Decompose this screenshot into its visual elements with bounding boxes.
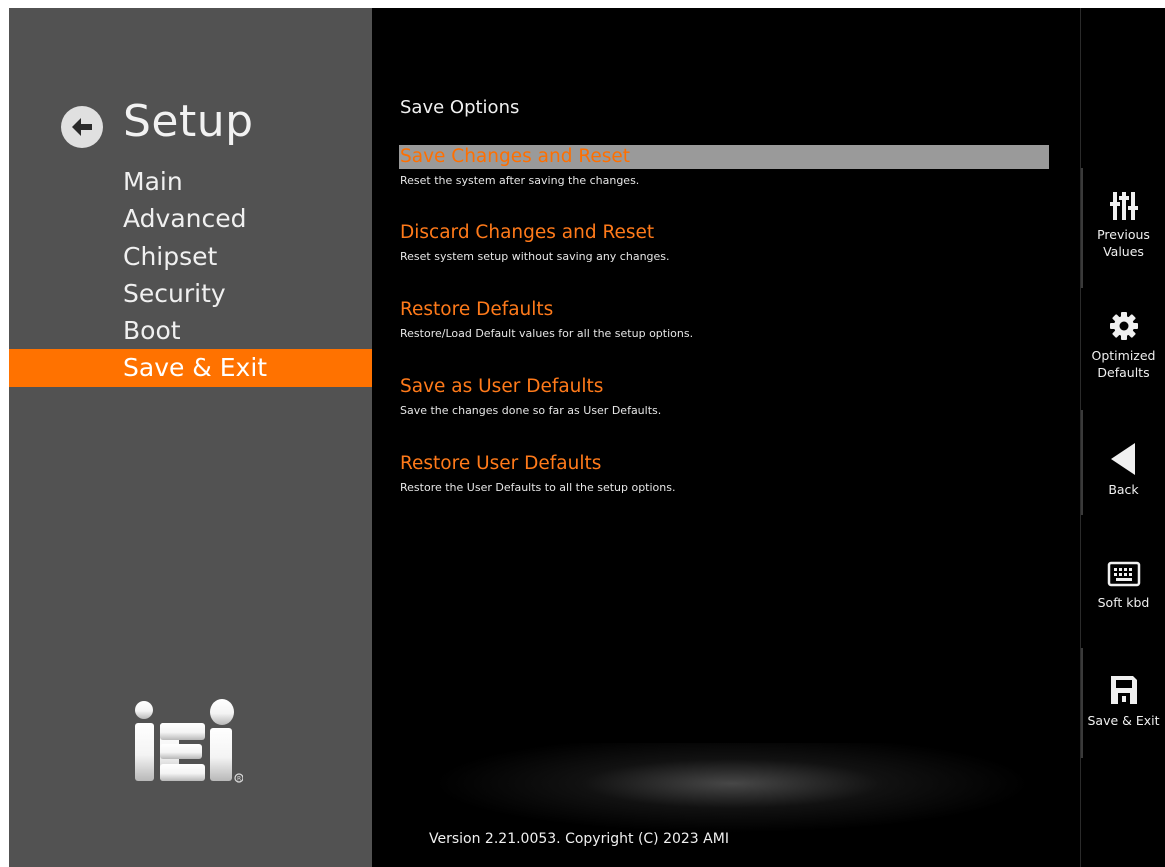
save-exit-label: Save & Exit [1087, 713, 1160, 728]
option-description: Reset system setup without saving any ch… [400, 250, 670, 263]
optimized-defaults-label-1: Optimized [1091, 348, 1156, 363]
optimized-defaults-label-2: Defaults [1097, 365, 1150, 380]
option-description: Save the changes done so far as User Def… [400, 404, 662, 417]
soft-kbd-label: Soft kbd [1097, 595, 1150, 610]
sidebar-item-chipset[interactable]: Chipset [9, 238, 372, 275]
option-label: Save as User Defaults [400, 376, 604, 397]
iei-logo: R [135, 699, 243, 783]
option-label: Save Changes and Reset [399, 145, 1049, 169]
save-exit-button[interactable]: Save & Exit [1081, 674, 1165, 729]
sidebar-menu: Main Advanced Chipset Security Boot Save… [9, 163, 372, 387]
svg-text:R: R [237, 776, 241, 783]
option-save-changes-and-reset[interactable]: Save Changes and Reset Reset the system … [399, 145, 1049, 187]
optimized-defaults-button[interactable]: Optimized Defaults [1081, 311, 1165, 381]
back-button[interactable]: Back [1081, 443, 1165, 498]
option-description: Restore/Load Default values for all the … [400, 327, 694, 340]
soft-kbd-button[interactable]: Soft kbd [1081, 560, 1165, 611]
gear-icon [1109, 312, 1138, 340]
option-restore-user-defaults[interactable]: Restore User Defaults Restore the User D… [399, 452, 1049, 494]
section-title: Save Options [400, 97, 520, 118]
sliders-icon [1109, 192, 1138, 220]
bios-window: Setup Main Advanced Chipset Security Boo… [9, 8, 1165, 867]
option-description: Reset the system after saving the change… [400, 174, 640, 187]
arrow-left-icon [72, 118, 92, 136]
sidebar-item-advanced[interactable]: Advanced [9, 200, 372, 237]
previous-values-button[interactable]: Previous Values [1081, 192, 1165, 260]
floppy-disk-icon [1110, 676, 1137, 704]
right-toolbar: Previous Values Optimized Defaults Back … [1080, 8, 1165, 867]
triangle-left-icon [1110, 443, 1135, 475]
option-discard-changes-and-reset[interactable]: Discard Changes and Reset Reset system s… [399, 221, 1049, 263]
previous-values-label-2: Values [1103, 244, 1144, 259]
sidebar-item-boot[interactable]: Boot [9, 312, 372, 349]
option-label: Restore Defaults [400, 299, 554, 320]
back-arrow-button[interactable] [61, 106, 103, 148]
back-label: Back [1108, 482, 1139, 497]
version-footer: Version 2.21.0053. Copyright (C) 2023 AM… [429, 831, 729, 847]
sidebar: Setup Main Advanced Chipset Security Boo… [9, 8, 372, 867]
sidebar-item-save-exit[interactable]: Save & Exit [9, 349, 372, 387]
option-restore-defaults[interactable]: Restore Defaults Restore/Load Default va… [399, 298, 1049, 340]
keyboard-icon [1107, 561, 1140, 587]
option-description: Restore the User Defaults to all the set… [400, 481, 676, 494]
main-panel: Save Options Save Changes and Reset Rese… [372, 8, 1080, 867]
option-label: Discard Changes and Reset [400, 222, 655, 243]
option-save-as-user-defaults[interactable]: Save as User Defaults Save the changes d… [399, 375, 1049, 417]
sidebar-item-security[interactable]: Security [9, 275, 372, 312]
option-label: Restore User Defaults [400, 453, 602, 474]
setup-title: Setup [123, 96, 254, 147]
floor-glow [432, 743, 1032, 833]
previous-values-label-1: Previous [1097, 227, 1150, 242]
sidebar-item-main[interactable]: Main [9, 163, 372, 200]
